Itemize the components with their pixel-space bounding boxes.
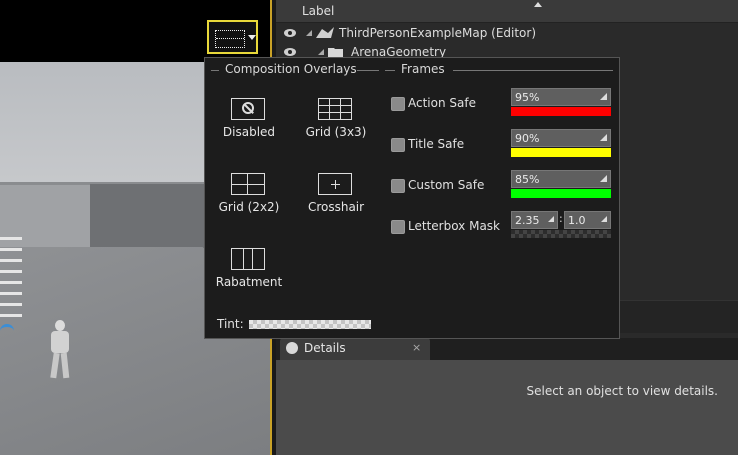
- action-safe-value: 95%: [515, 91, 540, 104]
- divider: [453, 70, 613, 71]
- composition-overlays-section-title: Composition Overlays: [205, 62, 385, 78]
- details-empty-message: Select an object to view details.: [526, 384, 718, 398]
- overlay-option-label: Grid (2x2): [218, 200, 280, 214]
- slider-handle-icon[interactable]: [600, 134, 607, 141]
- grid-2x2-icon: [231, 173, 265, 195]
- title-safe-label: Title Safe: [408, 137, 465, 151]
- letterbox-ratio-height: 1.0: [568, 214, 586, 227]
- folder-icon: [328, 46, 343, 57]
- outliner-row-label: ThirdPersonExampleMap (Editor): [339, 26, 537, 40]
- letterbox-ratio-height-input[interactable]: 1.0: [564, 211, 611, 229]
- letterbox-mask-checkbox[interactable]: [391, 220, 405, 234]
- details-tab-label: Details: [304, 341, 346, 355]
- divider: [211, 70, 219, 71]
- overlay-option-label: Crosshair: [307, 200, 365, 214]
- crosshair-icon: [318, 173, 352, 195]
- frame-action-safe: Action Safe 95%: [391, 88, 615, 119]
- frame-title-safe: Title Safe 90%: [391, 129, 615, 160]
- frame-letterbox-mask: Letterbox Mask 2.35 : 1.0: [391, 211, 615, 242]
- overlay-option-label: Grid (3x3): [305, 125, 367, 139]
- details-panel: Select an object to view details.: [276, 360, 738, 455]
- composition-overlays-menu: Composition Overlays Frames Disabled Gri…: [204, 57, 620, 339]
- title-safe-checkbox[interactable]: [391, 138, 405, 152]
- divider: [385, 70, 395, 71]
- map-icon: [316, 27, 334, 38]
- custom-safe-value: 85%: [515, 173, 540, 186]
- grid-overlay-icon: [215, 30, 245, 48]
- overlay-option-crosshair[interactable]: Crosshair: [296, 173, 376, 233]
- tint-color-swatch[interactable]: [249, 320, 371, 329]
- composition-overlay-button[interactable]: [207, 20, 258, 54]
- mannequin-leg: [60, 352, 70, 379]
- outliner-row[interactable]: ThirdPersonExampleMap (Editor): [276, 24, 738, 43]
- overlay-option-disabled[interactable]: Disabled: [209, 98, 289, 158]
- divider: [357, 70, 379, 71]
- close-icon[interactable]: ×: [412, 341, 421, 354]
- tint-label: Tint:: [217, 317, 244, 331]
- floor-stripes: [0, 237, 22, 317]
- outliner-header[interactable]: Label: [276, 0, 738, 23]
- mannequin-head: [55, 320, 65, 331]
- ratio-separator: :: [559, 212, 563, 225]
- rabatment-icon: [231, 248, 265, 270]
- action-safe-label: Action Safe: [408, 96, 476, 110]
- letterbox-color-swatch[interactable]: [511, 230, 611, 238]
- overlay-option-rabatment[interactable]: Rabatment: [209, 248, 289, 308]
- frames-section-title: Frames: [385, 62, 621, 78]
- mannequin-character[interactable]: [45, 320, 75, 380]
- chevron-down-icon: [248, 35, 256, 40]
- letterbox-ratio-width: 2.35: [515, 214, 540, 227]
- overlay-option-grid-3x3[interactable]: Grid (3x3): [296, 98, 376, 158]
- title-safe-value: 90%: [515, 132, 540, 145]
- letterbox-ratio: 2.35 : 1.0: [511, 211, 611, 229]
- frame-custom-safe: Custom Safe 85%: [391, 170, 615, 201]
- action-safe-checkbox[interactable]: [391, 97, 405, 111]
- player-start-marker: [0, 324, 14, 337]
- visibility-eye-icon[interactable]: [284, 48, 296, 56]
- slider-handle-icon[interactable]: [601, 216, 607, 222]
- overlay-option-label: Rabatment: [215, 275, 283, 289]
- custom-safe-label: Custom Safe: [408, 178, 485, 192]
- custom-safe-color-swatch[interactable]: [511, 189, 611, 198]
- slider-handle-icon[interactable]: [600, 175, 607, 182]
- mannequin-leg: [50, 352, 60, 379]
- details-tab-bar: Details ×: [276, 338, 738, 360]
- sort-ascending-icon: [534, 2, 542, 7]
- viewport-toolbar: [0, 0, 270, 62]
- details-icon: [286, 342, 298, 354]
- grid-3x3-icon: [318, 98, 352, 120]
- frames-heading: Frames: [401, 62, 445, 76]
- disabled-icon: [231, 98, 265, 120]
- action-safe-value-input[interactable]: 95%: [511, 88, 611, 106]
- custom-safe-value-input[interactable]: 85%: [511, 170, 611, 188]
- overlay-option-label: Disabled: [222, 125, 276, 139]
- expand-arrow-icon[interactable]: [318, 49, 324, 55]
- title-safe-value-input[interactable]: 90%: [511, 129, 611, 147]
- letterbox-mask-label: Letterbox Mask: [408, 219, 500, 233]
- overlay-option-grid-2x2[interactable]: Grid (2x2): [209, 173, 289, 233]
- slider-handle-icon[interactable]: [548, 216, 554, 222]
- label-column-header[interactable]: Label: [302, 4, 334, 18]
- title-safe-color-swatch[interactable]: [511, 148, 611, 157]
- expand-arrow-icon[interactable]: [306, 30, 312, 36]
- custom-safe-checkbox[interactable]: [391, 179, 405, 193]
- slider-handle-icon[interactable]: [600, 93, 607, 100]
- composition-overlays-heading: Composition Overlays: [225, 62, 357, 76]
- visibility-eye-icon[interactable]: [284, 29, 296, 37]
- mannequin-body: [51, 331, 69, 353]
- letterbox-ratio-width-input[interactable]: 2.35: [511, 211, 558, 229]
- tab-details[interactable]: Details ×: [280, 338, 430, 360]
- action-safe-color-swatch[interactable]: [511, 107, 611, 116]
